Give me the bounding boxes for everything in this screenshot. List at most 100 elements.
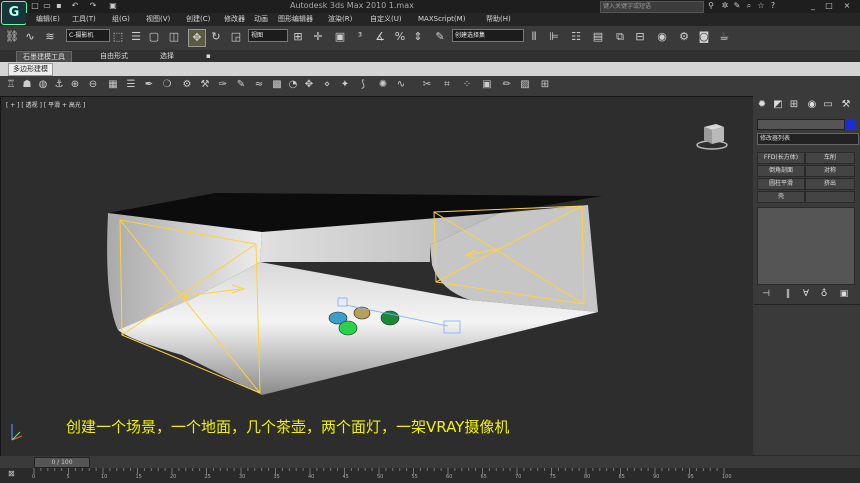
minimize-window-icon[interactable]: _ (808, 1, 818, 11)
menu-maxscript[interactable]: MAXScript(M) (418, 13, 465, 26)
remove-modifier-icon[interactable]: ♁ (818, 288, 830, 300)
material-editor-icon[interactable]: ◉ (654, 29, 670, 45)
select-link-icon[interactable]: ⛓ (4, 29, 20, 45)
named-selection-dropdown[interactable]: 创建选择集 (452, 29, 524, 42)
layer-manager-icon[interactable]: ☷ (568, 29, 584, 45)
layers-icon[interactable]: ☰ (124, 78, 138, 92)
search-icon[interactable]: ⌕ (744, 1, 754, 11)
pin-stack-icon[interactable]: ⊣ (760, 288, 772, 300)
show-end-result-icon[interactable]: ‖ (782, 288, 794, 300)
select-manipulate-icon[interactable]: ✛ (310, 29, 326, 45)
render-teapot-icon[interactable]: ☕ (716, 29, 732, 45)
close-window-icon[interactable]: × (842, 1, 852, 11)
select-by-name-icon[interactable]: ☰ (128, 29, 144, 45)
reference-coord-dropdown[interactable]: 视图 (248, 29, 288, 42)
scale-icon[interactable]: ◲ (228, 29, 244, 45)
new-file-icon[interactable]: □ (30, 1, 40, 11)
modifier-button-bevel-profile[interactable]: 倒角剖面 (757, 165, 805, 177)
modifier-button-empty[interactable] (805, 191, 855, 203)
select-object-icon[interactable]: ⬚ (110, 29, 126, 45)
render-region-icon[interactable]: ▦ (106, 78, 120, 92)
snap-grid-icon[interactable]: ⌗ (440, 78, 454, 92)
object-paint-icon[interactable]: ✦ (338, 78, 352, 92)
help-icon[interactable]: ? (768, 1, 778, 11)
pen-icon[interactable]: ✒ (142, 78, 156, 92)
menu-animation[interactable]: 动画 (254, 13, 268, 26)
render-setup-icon[interactable]: ⚙ (676, 29, 692, 45)
brush-icon[interactable]: ✎ (234, 78, 248, 92)
move-icon[interactable]: ✥ (188, 29, 206, 47)
object-name-field[interactable] (757, 119, 845, 130)
menu-edit[interactable]: 编辑(E) (36, 13, 60, 26)
keyboard-shortcut-icon[interactable]: ▣ (332, 29, 348, 45)
tab-selection[interactable]: 选择 (154, 51, 180, 61)
scatter-icon[interactable]: ⁘ (460, 78, 474, 92)
viewport-label[interactable]: [ + ] [ 透视 ] [ 平滑 + 高光 ] (6, 100, 85, 109)
anchor-icon[interactable]: ⚓ (52, 78, 66, 92)
rectangular-selection-icon[interactable]: ▢ (146, 29, 162, 45)
rendered-frame-icon[interactable]: ◙ (696, 29, 712, 45)
vray-light-icon[interactable]: ☗ (20, 78, 34, 92)
curve-tool-icon[interactable]: ∿ (394, 78, 408, 92)
create-tab-icon[interactable]: ✹ (756, 99, 768, 111)
tab-freeform[interactable]: 自由形式 (94, 51, 134, 61)
explode-icon[interactable]: ✺ (376, 78, 390, 92)
menu-views[interactable]: 视图(V) (146, 13, 170, 26)
modifier-button-extrude[interactable]: 挤出 (805, 178, 855, 190)
bind-space-warp-icon[interactable]: ≋ (42, 29, 58, 45)
menu-graph-editors[interactable]: 图形编辑器 (278, 13, 313, 26)
wrench-tool-icon[interactable]: ⚒ (198, 78, 212, 92)
save-file-icon[interactable]: ▪ (54, 1, 64, 11)
gear-icon[interactable]: ⚙ (180, 78, 194, 92)
make-unique-icon[interactable]: ∀ (800, 288, 812, 300)
menu-tools[interactable]: 工具(T) (72, 13, 96, 26)
align-icon[interactable]: ⊫ (546, 29, 562, 45)
ribbon-options-icon[interactable]: ▪ (200, 51, 217, 61)
infocenter-icon[interactable]: ✲ (720, 1, 730, 11)
menu-group[interactable]: 组(G) (112, 13, 130, 26)
angle-snap-icon[interactable]: ∡ (372, 29, 388, 45)
time-slider-thumb[interactable]: 0 / 100 (34, 457, 90, 468)
object-color-swatch[interactable] (846, 119, 855, 129)
tab-polygon-modeling[interactable]: 多边形建模 (8, 63, 53, 76)
move-tool-icon[interactable]: ✥ (302, 78, 316, 92)
modifier-list-dropdown[interactable]: 修改器列表 (757, 133, 859, 145)
mini-curve-editor-icon[interactable]: ⊠ (8, 469, 20, 479)
cut-icon[interactable]: ✂ (420, 78, 434, 92)
menu-customize[interactable]: 自定义(U) (370, 13, 402, 26)
favorite-star-icon[interactable]: ☆ (756, 1, 766, 11)
target-icon[interactable]: ⊕ (68, 78, 82, 92)
select-teapot-icon[interactable]: ◔ (286, 78, 300, 92)
display-tab-icon[interactable]: ▭ (822, 99, 834, 111)
open-file-icon[interactable]: ▭ (42, 1, 52, 11)
menu-rendering[interactable]: 渲染(R) (328, 13, 352, 26)
lamp-icon[interactable]: ♖ (4, 78, 18, 92)
options-icon[interactable]: ⊞ (538, 78, 552, 92)
curve-editor-icon[interactable]: ⧉ (612, 29, 628, 45)
modifier-button-ffd-box[interactable]: FFD(长方体) (757, 152, 805, 164)
window-crossing-icon[interactable]: ◫ (166, 29, 182, 45)
hierarchy-tab-icon[interactable]: ⊞ (788, 99, 800, 111)
utilities-tab-icon[interactable]: ⚒ (840, 99, 852, 111)
modifier-button-symmetry[interactable]: 对称 (805, 165, 855, 177)
pivot-center-icon[interactable]: ⊞ (290, 29, 306, 45)
vertex-icon[interactable]: ⋄ (320, 78, 334, 92)
time-slider[interactable] (0, 456, 860, 468)
modifier-button-lathe[interactable]: 车削 (805, 152, 855, 164)
undo-icon[interactable]: ↶ (70, 1, 80, 11)
percent-snap-icon[interactable]: % (392, 29, 408, 45)
target-icon-2[interactable]: ⊖ (86, 78, 100, 92)
sphere-icon[interactable]: ◍ (36, 78, 50, 92)
maximize-window-icon[interactable]: □ (824, 1, 834, 11)
graphite-toggle-icon[interactable]: ▤ (590, 29, 606, 45)
pin-icon[interactable]: ✑ (216, 78, 230, 92)
binoculars-icon[interactable]: ⚲ (706, 1, 716, 11)
modifier-button-shell[interactable]: 壳 (757, 191, 805, 203)
motion-tab-icon[interactable]: ◉ (806, 99, 818, 111)
configure-modifier-sets-icon[interactable]: ▣ (838, 288, 850, 300)
menu-help[interactable]: 帮助(H) (486, 13, 511, 26)
wave-icon[interactable]: ≈ (252, 78, 266, 92)
modifier-stack-list[interactable] (757, 207, 855, 285)
mirror-icon[interactable]: ⫴ (526, 29, 542, 45)
snap-toggle-icon[interactable]: ³ (352, 29, 368, 45)
